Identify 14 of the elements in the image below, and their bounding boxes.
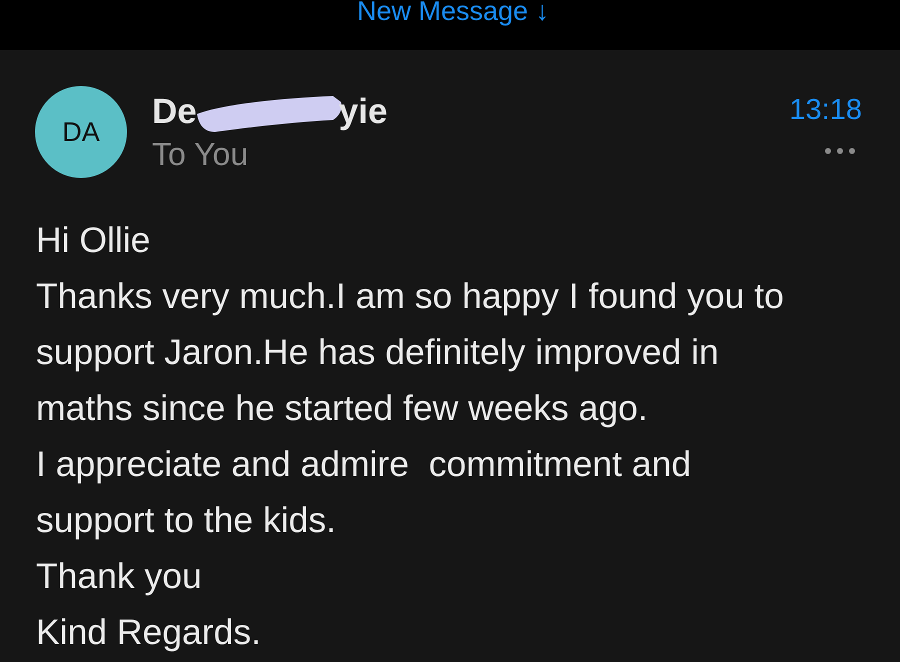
message-text-line: Hi Ollie — [36, 219, 152, 262]
message-text-line: I appreciate and admire commitment and — [36, 443, 692, 486]
more-icon[interactable] — [824, 147, 856, 155]
message-text-line: support Jaron.He has definitely improved in — [36, 331, 720, 374]
avatar-initials: DA — [62, 116, 100, 148]
recipient-label: To You — [152, 136, 250, 173]
message-text-line: Thank you — [36, 555, 203, 598]
sender-name: De — [152, 92, 197, 132]
message-time: 13:18 — [789, 94, 862, 127]
message-text-line: Thanks very much.I am so happy I found you to — [36, 275, 785, 318]
sender-name: yie — [338, 92, 388, 132]
message-text-line: Kind Regards. — [36, 611, 262, 654]
message-text-line: support to the kids. — [36, 499, 337, 542]
message-text-line: maths since he started few weeks ago. — [36, 387, 649, 430]
